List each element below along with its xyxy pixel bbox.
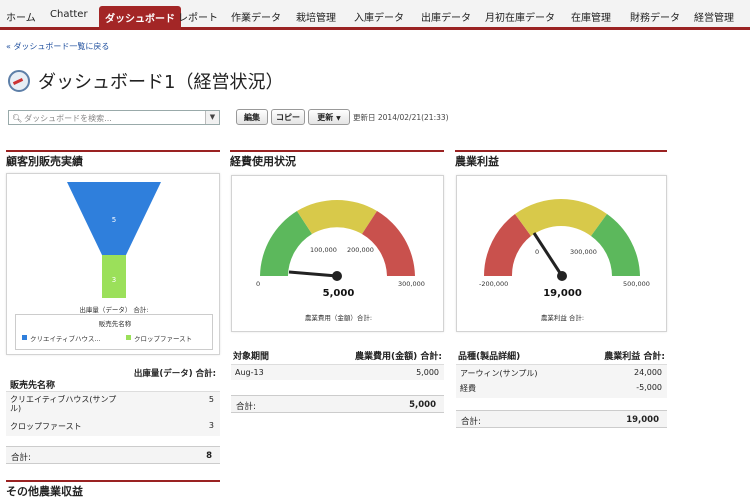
expense-total-row: 合計: 5,000 — [231, 395, 444, 413]
table-row-value: -5,000 — [636, 383, 662, 392]
search-icon: 🔍︎ — [12, 114, 23, 123]
total-value: 8 — [206, 451, 212, 461]
dashboard-search-input[interactable]: 🔍︎ ダッシュボードを検索... ▼ — [8, 110, 220, 125]
gauge-band-yellow — [515, 198, 607, 236]
section-other-revenue: その他農業収益 — [6, 480, 220, 498]
tab-incoming-data[interactable]: 入庫データ — [354, 9, 404, 24]
table-row-name: Aug-13 — [235, 368, 264, 377]
tick-label: 500,000 — [623, 280, 650, 288]
table-row-name: アーウィン(サンプル) — [460, 369, 538, 378]
table-row-value: 3 — [208, 421, 214, 430]
tab-cultivation[interactable]: 栽培管理 — [296, 9, 336, 24]
profit-gauge-panel[interactable]: -200,000 0 300,000 500,000 19,000 農業利益 合… — [456, 175, 667, 332]
funnel-label-2: 3 — [112, 276, 116, 284]
edit-button[interactable]: 編集 — [236, 109, 268, 125]
tick-label: 0 — [256, 280, 261, 288]
last-updated: 更新日 2014/02/21(21:33) — [353, 113, 449, 122]
col-header-variety: 品種(製品詳細) — [458, 352, 521, 362]
legend-label-2: クロップファースト — [134, 335, 193, 343]
section-profit: 農業利益 — [455, 150, 667, 168]
section-expense: 経費使用状況 — [230, 150, 444, 168]
gauge-caption: 農業利益 合計: — [540, 314, 585, 322]
col-header-customer: 販売先名称 — [10, 381, 56, 391]
tick-label: 0 — [535, 248, 540, 256]
tab-finance-data[interactable]: 財務データ — [630, 9, 680, 24]
legend-title: 販売先名称 — [98, 320, 132, 328]
funnel-legend: 販売先名称 クリエイティブハウス... クロップファースト — [15, 314, 213, 350]
refresh-button[interactable]: 更新 ▼ — [308, 109, 350, 125]
table-row-value: 5 — [208, 395, 214, 404]
gauge-value: 19,000 — [543, 288, 582, 299]
tick-label: 300,000 — [570, 248, 597, 256]
legend-swatch-1 — [22, 335, 27, 340]
col-header-expense: 農業費用(金額) 合計: — [355, 352, 442, 362]
funnel-chart: 5 3 — [67, 182, 161, 298]
refresh-label: 更新 — [317, 113, 334, 122]
table-row-name: 経費 — [460, 384, 476, 393]
funnel-label-1: 5 — [112, 216, 116, 224]
total-label: 合計: — [236, 402, 256, 412]
tab-outgoing-data[interactable]: 出庫データ — [421, 9, 471, 24]
top-nav: ホーム Chatter ダッシュボード レポート 作業データ 栽培管理 入庫デー… — [0, 0, 750, 30]
customer-rows: クリエイティブハウス(サンプル) 5 クロップファースト 3 — [6, 391, 220, 436]
col-header-profit: 農業利益 合計: — [604, 352, 665, 362]
tick-label: 200,000 — [347, 246, 374, 254]
table-row-value: 24,000 — [634, 368, 662, 377]
total-label: 合計: — [11, 453, 31, 463]
gauge-needle — [288, 270, 338, 278]
section-customer-sales: 顧客別販売実績 — [6, 150, 220, 168]
tab-home[interactable]: ホーム — [6, 9, 36, 24]
expense-rows: Aug-13 5,000 — [231, 364, 444, 380]
col-header-period: 対象期間 — [233, 352, 270, 362]
legend-swatch-2 — [126, 335, 131, 340]
profit-gauge — [484, 198, 640, 281]
tab-inventory[interactable]: 在庫管理 — [571, 9, 611, 24]
tick-label: -200,000 — [479, 280, 509, 288]
gauge-caption: 農業費用（金額）合計: — [304, 314, 373, 322]
gauge-value: 5,000 — [322, 288, 355, 299]
col-header-quantity: 出庫量(データ) 合計: — [133, 369, 216, 379]
tab-dashboard[interactable]: ダッシュボード — [99, 6, 181, 30]
funnel-caption: 出庫量（データ） 合計: — [79, 306, 149, 314]
tab-work-data[interactable]: 作業データ — [231, 9, 281, 24]
profit-total-row: 合計: 19,000 — [456, 410, 667, 428]
total-label: 合計: — [461, 417, 481, 427]
table-row-value: 5,000 — [416, 368, 439, 377]
tick-label: 300,000 — [398, 280, 425, 288]
gauge-hub — [332, 271, 342, 281]
total-value: 5,000 — [409, 400, 436, 410]
chevron-down-icon[interactable]: ▼ — [336, 115, 341, 122]
expense-gauge-panel[interactable]: 0 100,000 200,000 300,000 5,000 農業費用（金額）… — [231, 175, 444, 332]
gauge-hub — [557, 271, 567, 281]
tab-opening-stock[interactable]: 月初在庫データ — [485, 9, 555, 24]
table-row-name: クロップファースト — [10, 422, 82, 431]
dashboard-icon — [8, 70, 30, 92]
table-row-name: クリエイティブハウス(サンプル) — [10, 395, 117, 413]
search-placeholder: ダッシュボードを検索... — [24, 114, 112, 123]
expense-gauge — [260, 199, 415, 281]
copy-button[interactable]: コピー — [271, 109, 305, 125]
legend-label-1: クリエイティブハウス... — [30, 335, 101, 343]
customer-total-row: 合計: 8 — [6, 446, 220, 464]
tab-management[interactable]: 経営管理 — [694, 9, 734, 24]
funnel-chart-panel[interactable]: 5 3 出庫量（データ） 合計: 販売先名称 クリエイティブハウス... クロッ… — [6, 173, 220, 355]
chevron-down-icon[interactable]: ▼ — [205, 111, 219, 124]
tick-label: 100,000 — [310, 246, 337, 254]
total-value: 19,000 — [626, 415, 659, 425]
tab-reports[interactable]: レポート — [178, 9, 218, 24]
back-to-dashboards-link[interactable]: « ダッシュボード一覧に戻る — [6, 41, 109, 52]
profit-rows: アーウィン(サンプル) 24,000 経費 -5,000 — [456, 364, 667, 398]
gauge-band-yellow — [297, 199, 377, 234]
tab-chatter[interactable]: Chatter — [50, 9, 88, 20]
page-title: ダッシュボード1（経営状況） — [38, 72, 284, 93]
